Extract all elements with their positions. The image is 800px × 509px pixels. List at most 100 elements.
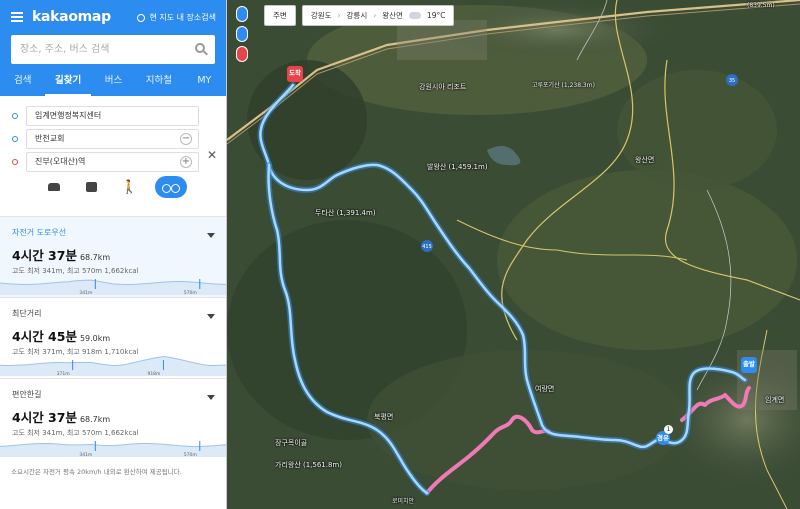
waypoint-number: 1 xyxy=(664,425,673,434)
breadcrumb-separator: › xyxy=(373,11,377,20)
via-field[interactable]: 반천교회 − xyxy=(26,129,199,149)
remove-via-button[interactable]: − xyxy=(180,133,192,145)
elevation-low-label: 341m xyxy=(79,290,92,295)
breadcrumb-province[interactable]: 강원도 xyxy=(311,6,332,25)
option-duration: 4시간 37분 xyxy=(12,248,77,263)
place-label[interactable]: (839.5m) xyxy=(747,2,775,9)
mode-walk-button[interactable]: 🚶 xyxy=(117,176,143,198)
target-icon xyxy=(137,13,146,22)
route-panel: kakaomap 현 지도 내 장소검색 검색 길찾기 버스 지하철 MY 임계… xyxy=(0,0,227,509)
car-icon xyxy=(47,183,60,191)
place-label[interactable]: 두타산 (1,391.4m) xyxy=(315,208,376,218)
end-pin-icon[interactable] xyxy=(236,46,248,62)
walk-icon: 🚶 xyxy=(121,179,138,195)
speed-note: 소요시간은 자전거 평속 20km/h 내외로 환산하여 제공됩니다. xyxy=(11,468,182,476)
option-time: 4시간 37분 68.7km xyxy=(12,245,215,264)
search-icon[interactable] xyxy=(195,43,205,53)
search-input[interactable] xyxy=(11,35,181,64)
tab-search[interactable]: 검색 xyxy=(0,68,45,96)
weather-temperature: 19°C xyxy=(426,11,446,20)
elevation-high-label: 918m xyxy=(147,371,160,376)
place-label[interactable]: 임계면 xyxy=(765,395,784,405)
start-field[interactable]: 임계면행정복지센터 xyxy=(26,106,199,126)
place-label[interactable]: 가리왕산 (1,561.8m) xyxy=(275,460,342,470)
route-option[interactable]: 자전거 도로우선 4시간 37분 68.7km 고도 최저 341m, 최고 57… xyxy=(0,216,226,297)
menu-icon[interactable] xyxy=(11,12,23,22)
place-label[interactable]: 여량면 xyxy=(535,384,554,394)
end-field[interactable]: 진부(오대산)역 + xyxy=(26,152,199,172)
satellite-map: 415 35 xyxy=(227,0,800,509)
option-name: 최단거리 xyxy=(12,309,42,318)
chevron-down-icon[interactable] xyxy=(207,233,215,238)
start-pin-icon[interactable] xyxy=(236,6,248,22)
via-pin-icon[interactable] xyxy=(236,26,248,42)
place-label[interactable]: 로미치안 xyxy=(392,496,414,505)
mode-transit-button[interactable] xyxy=(79,176,105,198)
road-number-415: 415 xyxy=(422,244,432,250)
breadcrumb-separator: › xyxy=(337,11,341,20)
option-time: 4시간 37분 68.7km xyxy=(12,407,215,426)
transport-modes: 🚶 xyxy=(0,174,226,200)
tab-bus[interactable]: 버스 xyxy=(91,68,136,96)
search-box xyxy=(11,35,215,64)
cloud-icon xyxy=(408,12,421,19)
place-label[interactable]: 발왕산 (1,459.1m) xyxy=(427,162,488,172)
elevation-low-label: 371m xyxy=(57,371,70,376)
elevation-high-label: 570m xyxy=(184,290,197,295)
option-duration: 4시간 37분 xyxy=(12,410,77,425)
route-options: 자전거 도로우선 4시간 37분 68.7km 고도 최저 341m, 최고 57… xyxy=(0,216,226,459)
end-dot-icon xyxy=(12,159,18,165)
option-distance: 59.0km xyxy=(79,334,111,343)
origin-marker[interactable]: 출발 xyxy=(741,357,757,373)
panel-header: kakaomap 현 지도 내 장소검색 검색 길찾기 버스 지하철 MY xyxy=(0,0,226,96)
mode-car-button[interactable] xyxy=(41,176,67,198)
destination-marker[interactable]: 도착 xyxy=(287,66,303,82)
route-option[interactable]: 편안한길 4시간 37분 68.7km 고도 최저 341m, 최고 570m 1… xyxy=(0,378,226,459)
elevation-profile: 341m 570m xyxy=(0,279,226,295)
place-label[interactable]: 강원시아 리조트 xyxy=(419,82,466,92)
bus-icon xyxy=(86,182,97,192)
end-value: 진부(오대산)역 xyxy=(35,157,86,166)
place-label[interactable]: 북평면 xyxy=(374,412,393,422)
chevron-down-icon[interactable] xyxy=(207,395,215,400)
start-dot-icon xyxy=(12,113,18,119)
app-logo[interactable]: kakaomap xyxy=(32,9,111,25)
chevron-down-icon[interactable] xyxy=(207,314,215,319)
place-label[interactable]: 고루포기산 (1,238.3m) xyxy=(532,80,595,89)
breadcrumb: 강원도 › 강릉시 › 왕산면 19°C xyxy=(301,5,455,26)
nearby-search-label: 현 지도 내 장소검색 xyxy=(149,13,216,22)
add-via-button[interactable]: + xyxy=(180,156,192,168)
option-distance: 68.7km xyxy=(79,253,111,262)
elevation-high-label: 570m xyxy=(184,452,197,457)
nearby-search-button[interactable]: 현 지도 내 장소검색 xyxy=(137,12,216,23)
bicycle-icon xyxy=(161,182,180,193)
tab-directions[interactable]: 길찾기 xyxy=(45,68,91,96)
option-name: 자전거 도로우선 xyxy=(12,228,67,237)
route-option[interactable]: 최단거리 4시간 45분 59.0km 고도 최저 371m, 최고 918m 1… xyxy=(0,297,226,378)
option-duration: 4시간 45분 xyxy=(12,329,77,344)
elevation-profile: 371m 918m xyxy=(0,355,226,376)
route-inputs: 임계면행정복지센터 반천교회 − 진부(오대산)역 + ✕ 🚶 xyxy=(0,96,226,216)
option-time: 4시간 45분 59.0km xyxy=(12,326,215,345)
nearby-button[interactable]: 주변 xyxy=(264,5,296,26)
mode-bike-button[interactable] xyxy=(154,176,187,198)
tab-subway[interactable]: 지하철 xyxy=(136,68,181,96)
option-name: 편안한길 xyxy=(12,390,42,399)
map-view[interactable]: 415 35 강원시아 리조트 발왕산 (1,459.1m) 고루포기산 (1,… xyxy=(227,0,800,509)
tab-my[interactable]: MY xyxy=(182,68,226,96)
via-value: 반천교회 xyxy=(35,134,65,143)
map-pin-stack xyxy=(236,6,248,62)
elevation-low-label: 341m xyxy=(79,452,92,457)
breadcrumb-district[interactable]: 왕산면 xyxy=(382,6,403,25)
road-number-35: 35 xyxy=(729,78,735,84)
place-label[interactable]: 장구목이골 xyxy=(275,438,307,448)
via-dot-icon xyxy=(12,136,18,142)
nearby-label: 주변 xyxy=(273,11,287,20)
start-value: 임계면행정복지센터 xyxy=(35,111,102,120)
main-tabs: 검색 길찾기 버스 지하철 MY xyxy=(0,68,226,96)
close-icon[interactable]: ✕ xyxy=(207,148,217,162)
breadcrumb-city[interactable]: 강릉시 xyxy=(347,6,368,25)
map-topbar: 주변 강원도 › 강릉시 › 왕산면 19°C xyxy=(264,5,455,26)
place-label[interactable]: 왕산면 xyxy=(635,155,654,165)
elevation-area xyxy=(0,356,226,376)
